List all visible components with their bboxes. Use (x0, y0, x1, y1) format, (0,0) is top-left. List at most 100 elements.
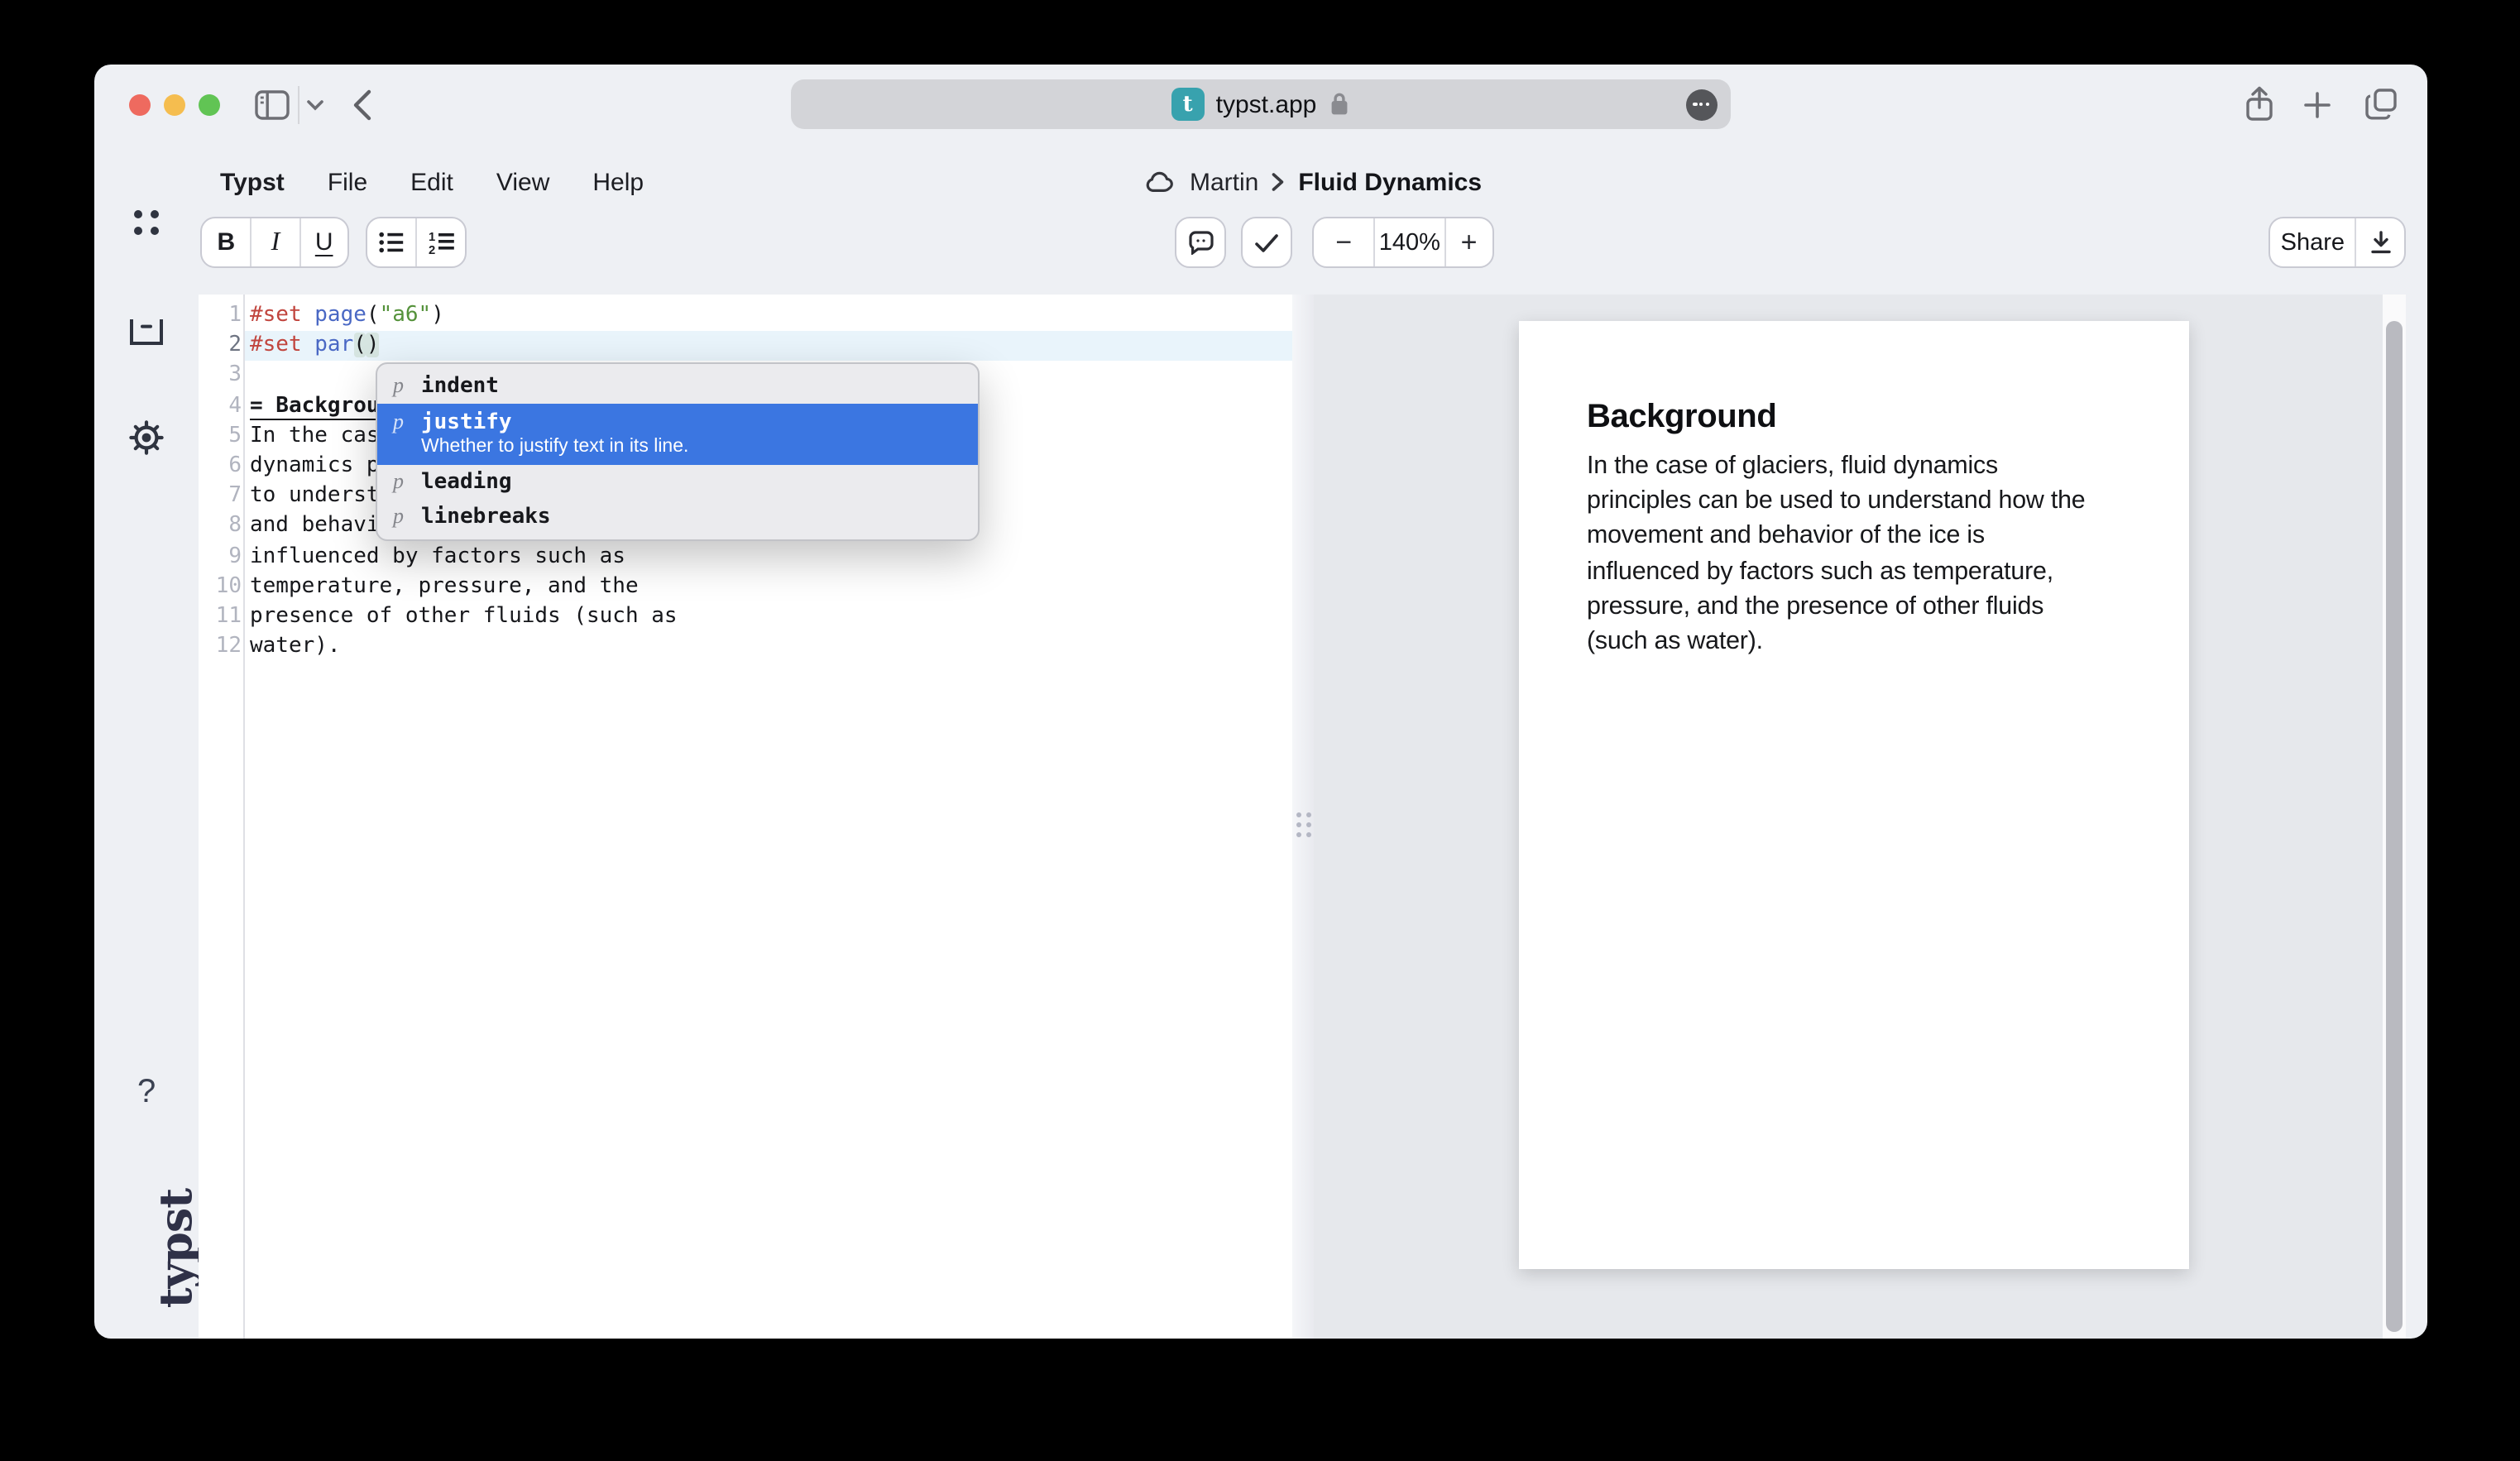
typst-logo-text: typst (151, 1189, 203, 1308)
line-number: 6 (199, 452, 242, 481)
zoom-out-label: − (1335, 226, 1352, 259)
bold-button[interactable]: B (202, 218, 251, 266)
underline-label: U (315, 228, 333, 256)
code-line-2[interactable]: 2 #set par() (199, 331, 1292, 361)
line-number: 11 (199, 602, 242, 632)
preview-text-line: influenced by factors such as temperatur… (1587, 553, 2126, 588)
code-line-10[interactable]: 10temperature, pressure, and the (199, 572, 1292, 601)
preview-text-line: movement and behavior of the ice is (1587, 519, 2126, 553)
line-number: 8 (199, 512, 242, 542)
autocomplete-item-justify[interactable]: p justifyWhether to justify text in its l… (376, 403, 977, 464)
app-menubar: Typst File Edit View Help Martin Fluid Dynam… (94, 154, 2427, 210)
zoom-level[interactable]: 140% (1374, 218, 1444, 266)
menu-file[interactable]: File (328, 168, 367, 196)
comment-icon (1187, 230, 1214, 255)
code-text: influenced by factors such as (250, 542, 625, 572)
share-page-icon[interactable] (2245, 86, 2273, 122)
numbered-list-icon: 1 2 (428, 231, 454, 254)
help-icon[interactable]: ? (137, 1074, 156, 1112)
numbered-list-button[interactable]: 1 2 (416, 218, 465, 266)
new-tab-icon[interactable] (2303, 91, 2331, 119)
spellcheck-button[interactable] (1243, 218, 1291, 266)
comment-button[interactable] (1176, 218, 1224, 266)
preview-text-line: pressure, and the presence of other flui… (1587, 589, 2126, 624)
preview-scrollbar-track[interactable] (2383, 295, 2406, 1339)
code-text: temperature, pressure, and the (250, 572, 639, 601)
preview-scrollbar-thumb[interactable] (2386, 320, 2403, 1331)
zoom-in-button[interactable]: + (1444, 218, 1492, 266)
check-button-group (1241, 217, 1292, 268)
line-number: 4 (199, 391, 242, 421)
autocomplete-item-leading[interactable]: pleading (376, 464, 977, 499)
minimize-window-button[interactable] (163, 94, 184, 116)
cloud-icon (1145, 170, 1176, 194)
back-icon[interactable] (352, 89, 372, 121)
pane-divider[interactable] (1292, 295, 1314, 1339)
preview-paragraph: In the case of glaciers, fluid dynamics p… (1587, 448, 2126, 659)
autocomplete-popup: pindentpjustifyWhether to justify text i… (375, 362, 979, 540)
breadcrumb-workspace[interactable]: Martin (1190, 168, 1258, 196)
breadcrumb-document[interactable]: Fluid Dynamics (1298, 168, 1482, 196)
line-number: 12 (199, 632, 242, 662)
autocomplete-item-indent[interactable]: pindent (376, 368, 977, 403)
autocomplete-item-linebreaks[interactable]: p linebreaks (376, 499, 977, 534)
menu-help[interactable]: Help (592, 168, 644, 196)
url-text: typst.app (1216, 90, 1317, 118)
code-text: #set page("a6") (250, 301, 444, 331)
apps-grid-icon[interactable] (134, 210, 159, 235)
line-number: 1 (199, 301, 242, 331)
code-line-9[interactable]: 9 influenced by factors such as (199, 542, 1292, 572)
zoom-level-label: 140% (1379, 229, 1440, 256)
line-number: 2 (199, 331, 242, 361)
drag-handle-icon[interactable] (1296, 812, 1310, 837)
bullet-list-button[interactable] (367, 218, 416, 266)
tab-overview-icon[interactable] (2364, 88, 2398, 121)
browser-window: t typst.app (94, 65, 2427, 1339)
bold-label: B (217, 228, 235, 256)
menu-edit[interactable]: Edit (410, 168, 453, 196)
browser-titlebar: t typst.app (94, 65, 2427, 147)
line-number: 7 (199, 481, 242, 511)
close-window-button[interactable] (128, 94, 150, 116)
preview-text-line: In the case of glaciers, fluid dynamics (1587, 448, 2126, 483)
param-name: linebreaks (421, 504, 551, 529)
underline-button[interactable]: U (299, 218, 347, 266)
param-name: justify (421, 410, 512, 434)
zoom-out-button[interactable]: − (1314, 218, 1374, 266)
code-text: presence of other fluids (such as (250, 602, 678, 632)
menu-typst[interactable]: Typst (220, 168, 285, 196)
share-group: Share (2268, 217, 2406, 268)
param-name: indent (421, 373, 499, 398)
download-button[interactable] (2355, 218, 2404, 266)
preview-heading: Background (1587, 399, 2126, 437)
sidebar-toggle-icon[interactable] (255, 89, 290, 121)
code-line-12[interactable]: 12 water). (199, 632, 1292, 662)
line-number: 5 (199, 422, 242, 452)
site-favicon: t (1171, 88, 1205, 121)
code-text: #set par() (250, 331, 380, 361)
code-line-11[interactable]: 11 presence of other fluids (such as (199, 602, 1292, 632)
param-prefix: p (393, 408, 406, 434)
param-description: Whether to justify text in its line. (421, 436, 961, 456)
code-text: water). (250, 632, 341, 662)
menu-view[interactable]: View (496, 168, 550, 196)
text-style-group: B I U (200, 217, 349, 268)
chevron-right-icon (1272, 172, 1285, 192)
line-number: 9 (199, 542, 242, 572)
gear-icon[interactable] (129, 420, 164, 455)
svg-text:1: 1 (428, 231, 434, 243)
titlebar-separator (298, 86, 299, 124)
template-box-icon[interactable] (129, 318, 164, 346)
chevron-down-icon[interactable] (306, 99, 324, 113)
zoom-window-button[interactable] (198, 94, 219, 116)
page-settings-icon[interactable] (1686, 89, 1718, 120)
param-prefix: p (393, 502, 406, 529)
breadcrumb[interactable]: Martin Fluid Dynamics (1145, 154, 1482, 210)
italic-label: I (271, 228, 280, 257)
address-bar[interactable]: t typst.app (791, 79, 1731, 129)
param-name: leading (421, 469, 512, 494)
code-line-1[interactable]: 1 #set page("a6") (199, 301, 1292, 331)
preview-page: Background In the case of glaciers, flui… (1519, 321, 2189, 1269)
italic-button[interactable]: I (251, 218, 299, 266)
share-button[interactable]: Share (2270, 218, 2355, 266)
